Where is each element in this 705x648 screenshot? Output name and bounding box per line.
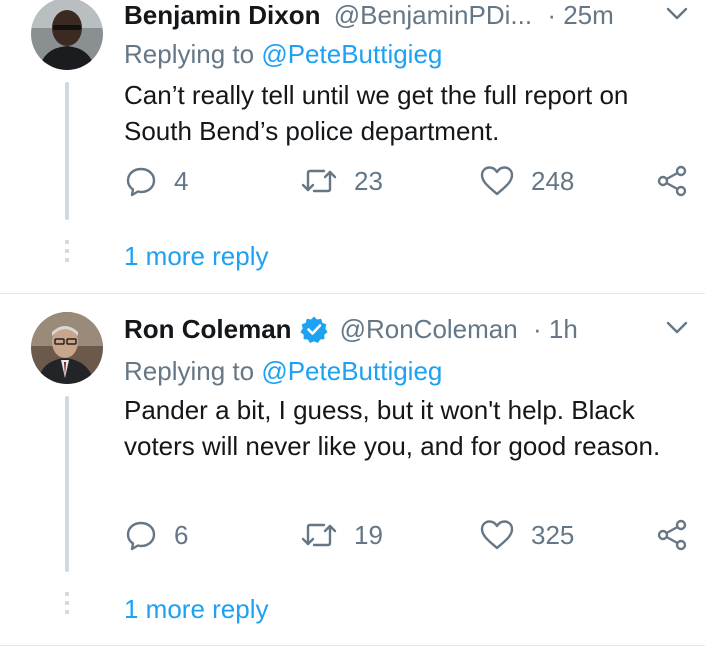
like-icon: [480, 166, 514, 196]
author-handle[interactable]: @BenjaminPDi...: [334, 0, 532, 30]
author-name[interactable]: Ron Coleman: [124, 314, 292, 344]
chevron-down-icon[interactable]: [664, 1, 690, 27]
reply-icon: [126, 521, 156, 551]
retweet-icon: [301, 169, 337, 193]
mention-link[interactable]: @PeteButtigieg: [261, 356, 442, 386]
replying-to-line: Replying to @PeteButtigieg: [124, 39, 442, 69]
action-bar: 6 19 325: [0, 518, 705, 558]
timestamp[interactable]: 1h: [549, 314, 578, 344]
like-count: 325: [531, 519, 575, 550]
tweet-text: Pander a bit, I guess, but it won't help…: [124, 395, 661, 461]
thread-dots: [65, 592, 69, 619]
reply-button[interactable]: 4: [124, 164, 188, 198]
tweet-benjamin-dixon[interactable]: Benjamin Dixon @BenjaminPDi... · 25m Rep…: [0, 0, 705, 292]
share-button[interactable]: [655, 518, 689, 552]
chevron-down-icon[interactable]: [664, 315, 690, 341]
mention-link[interactable]: @PeteButtigieg: [261, 39, 442, 69]
tweet-text: Can’t really tell until we get the full …: [124, 80, 629, 146]
separator: ·: [532, 314, 542, 344]
share-icon: [657, 519, 687, 551]
replying-to-line: Replying to @PeteButtigieg: [124, 356, 442, 386]
author-name[interactable]: Benjamin Dixon: [124, 0, 320, 30]
avatar[interactable]: [31, 0, 103, 70]
author-handle[interactable]: @RonColeman: [340, 314, 518, 344]
more-replies-link[interactable]: 1 more reply: [124, 241, 269, 271]
thread-dots: [65, 240, 69, 267]
tweet-header: Ron Coleman @RonColeman · 1h: [124, 314, 578, 344]
action-bar: 4 23 248: [0, 164, 705, 204]
separator: ·: [547, 0, 556, 30]
tweet-header: Benjamin Dixon @BenjaminPDi... · 25m: [124, 0, 614, 30]
retweet-count: 23: [354, 165, 383, 196]
retweet-icon: [301, 523, 337, 547]
reply-count: 4: [174, 165, 189, 196]
like-button[interactable]: 325: [479, 518, 574, 552]
reply-icon: [126, 167, 156, 197]
like-icon: [480, 520, 514, 550]
retweet-button[interactable]: 19: [300, 518, 383, 552]
more-replies-link[interactable]: 1 more reply: [124, 594, 269, 624]
verified-badge-icon: [299, 316, 328, 343]
reply-button[interactable]: 6: [124, 518, 188, 552]
replying-label: Replying to: [124, 356, 262, 386]
tweet-ron-coleman[interactable]: Ron Coleman @RonColeman · 1h Replying to…: [0, 294, 705, 648]
like-count: 248: [531, 165, 575, 196]
share-icon: [657, 165, 687, 197]
replying-label: Replying to: [124, 39, 262, 69]
timestamp[interactable]: 25m: [563, 0, 614, 30]
retweet-button[interactable]: 23: [300, 164, 383, 198]
like-button[interactable]: 248: [479, 164, 574, 198]
avatar[interactable]: [31, 312, 103, 384]
retweet-count: 19: [354, 519, 383, 550]
share-button[interactable]: [655, 164, 689, 198]
divider: [0, 645, 705, 646]
reply-count: 6: [174, 519, 189, 550]
